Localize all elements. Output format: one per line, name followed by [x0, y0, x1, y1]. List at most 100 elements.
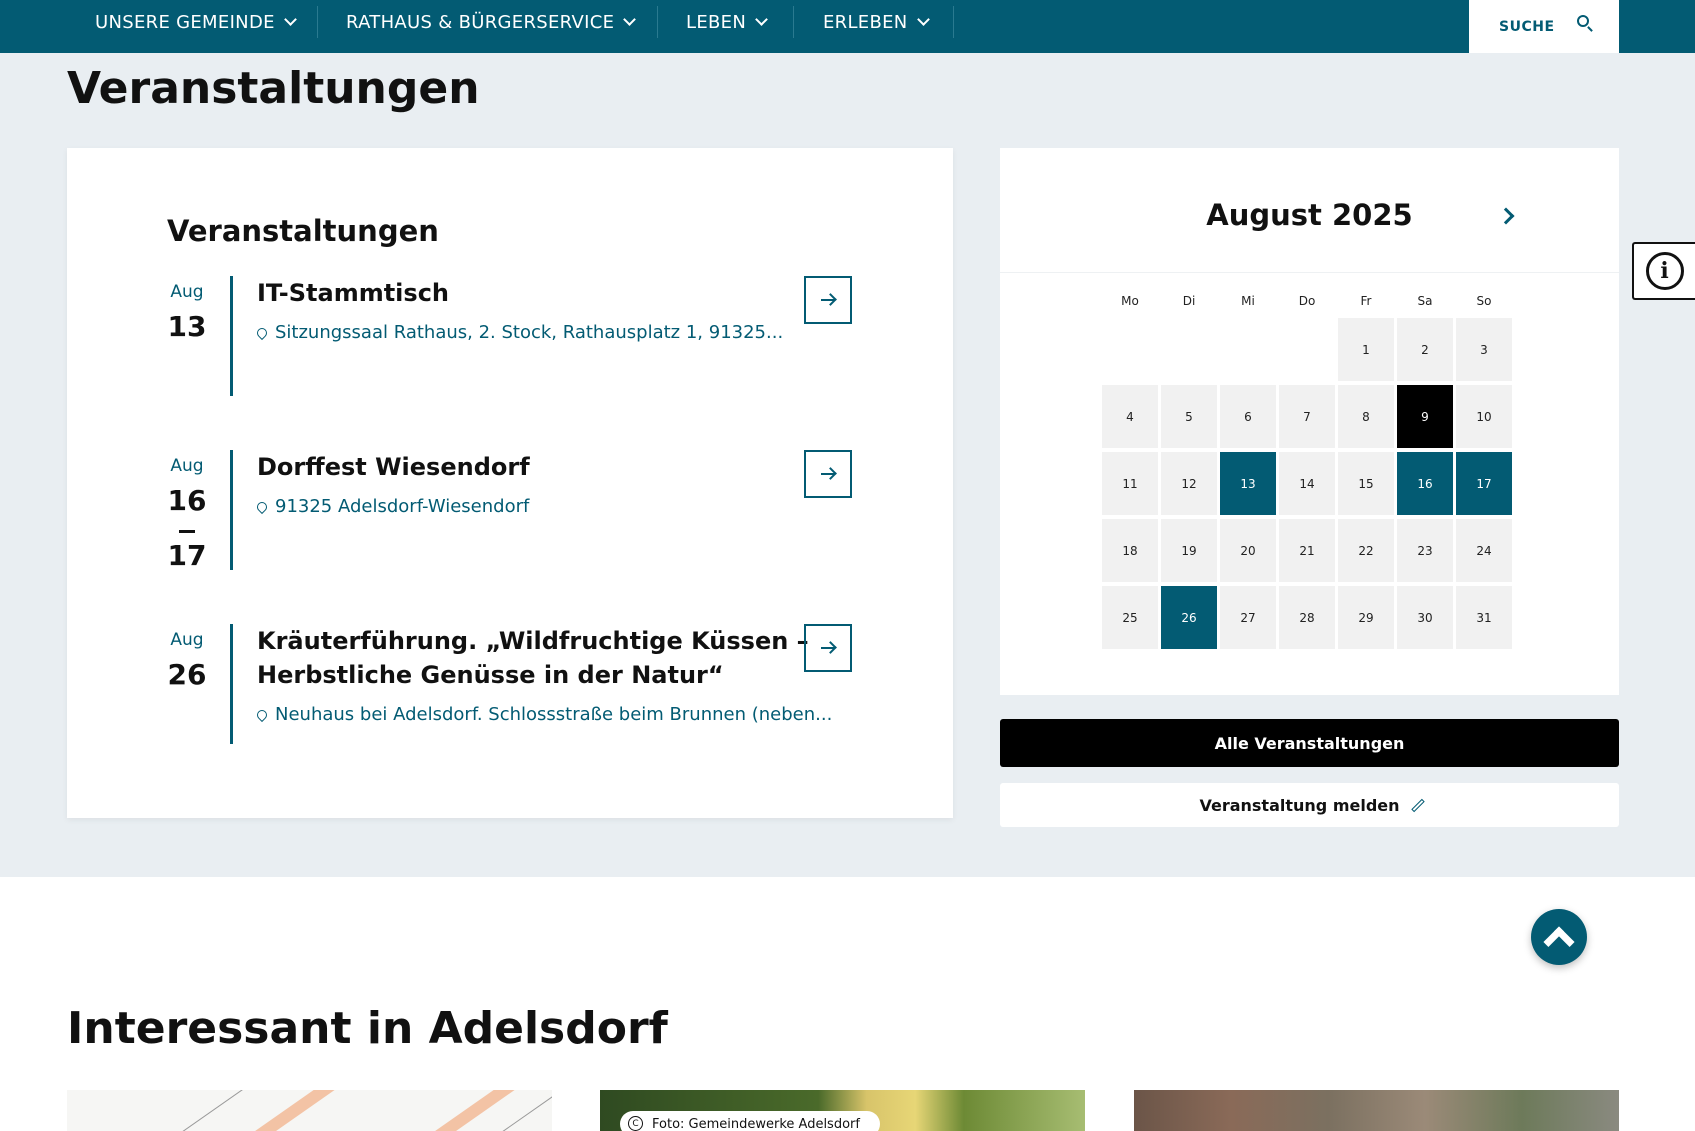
calendar-day[interactable]: 12: [1161, 452, 1217, 515]
calendar-day[interactable]: 23: [1397, 519, 1453, 582]
calendar-day[interactable]: 18: [1102, 519, 1158, 582]
top-navigation: UNSERE GEMEINDE RATHAUS & BÜRGERSERVICE …: [0, 0, 1695, 53]
calendar-weekday: Sa: [1417, 294, 1433, 308]
calendar-day[interactable]: 8: [1338, 385, 1394, 448]
calendar-day[interactable]: 22: [1338, 519, 1394, 582]
calendar-day[interactable]: 17: [1456, 452, 1512, 515]
event-location-text: 91325 Adelsdorf-Wiesendorf: [275, 496, 530, 517]
copyright-icon: C: [628, 1116, 643, 1131]
interesting-heading: Interessant in Adelsdorf: [67, 1003, 668, 1054]
calendar-day[interactable]: 11: [1102, 452, 1158, 515]
events-section: Veranstaltungen Veranstaltungen Aug 13 I…: [0, 53, 1695, 877]
nav-separator: [793, 6, 794, 38]
event-month: Aug: [170, 456, 204, 476]
calendar-weekday: Di: [1182, 294, 1196, 308]
event-open-button[interactable]: [804, 624, 852, 672]
calendar-day[interactable]: 9: [1397, 385, 1453, 448]
arrow-right-icon: [821, 299, 835, 301]
photo-credit-text: Foto: Gemeindewerke Adelsdorf: [652, 1116, 860, 1131]
teaser-tile-aerial[interactable]: [1134, 1090, 1619, 1131]
event-title[interactable]: IT-Stammtisch: [257, 276, 449, 310]
event-location-text: Sitzungssaal Rathaus, 2. Stock, Rathausp…: [275, 322, 784, 343]
pencil-icon: [1410, 798, 1425, 812]
calendar-day[interactable]: 30: [1397, 586, 1453, 649]
event-location: Sitzungssaal Rathaus, 2. Stock, Rathausp…: [254, 322, 784, 343]
event-open-button[interactable]: [804, 450, 852, 498]
event-day: 26: [167, 658, 207, 691]
nav-item-erleben[interactable]: ERLEBEN: [823, 0, 930, 44]
event-divider: [230, 624, 233, 744]
calendar-day[interactable]: 1: [1338, 318, 1394, 381]
calendar-day[interactable]: 14: [1279, 452, 1335, 515]
teaser-tile-map[interactable]: [67, 1090, 552, 1131]
calendar-day[interactable]: 21: [1279, 519, 1335, 582]
calendar-day[interactable]: 6: [1220, 385, 1276, 448]
nav-item-rathaus[interactable]: RATHAUS & BÜRGERSERVICE: [346, 0, 637, 44]
map-line: [141, 1090, 273, 1131]
event-title[interactable]: Dorffest Wiesendorf: [257, 450, 530, 484]
calendar-day[interactable]: 29: [1338, 586, 1394, 649]
nav-item-label: LEBEN: [686, 11, 747, 33]
calendar-weekday: Do: [1298, 294, 1316, 308]
all-events-button[interactable]: Alle Veranstaltungen: [1000, 719, 1619, 767]
calendar-day[interactable]: 31: [1456, 586, 1512, 649]
event-location-text: Neuhaus bei Adelsdorf. Schlossstraße bei…: [275, 704, 833, 725]
event-month: Aug: [170, 282, 204, 302]
event-day-end: 17: [167, 539, 207, 572]
info-side-tab[interactable]: i: [1632, 242, 1695, 300]
calendar-day[interactable]: 28: [1279, 586, 1335, 649]
calendar-day[interactable]: 20: [1220, 519, 1276, 582]
arrow-right-icon: [821, 473, 835, 475]
back-to-top-button[interactable]: [1531, 909, 1587, 965]
event-open-button[interactable]: [804, 276, 852, 324]
event-day: 13: [167, 310, 207, 343]
event-divider: [230, 450, 233, 570]
nav-item-unsere-gemeinde[interactable]: UNSERE GEMEINDE: [95, 0, 297, 44]
calendar-day[interactable]: 15: [1338, 452, 1394, 515]
chevron-down-icon: [755, 13, 768, 26]
calendar-day[interactable]: 5: [1161, 385, 1217, 448]
calendar-day[interactable]: 3: [1456, 318, 1512, 381]
event-title[interactable]: Kräuterführung. „Wildfruchtige Küssen – …: [257, 624, 809, 692]
report-event-button[interactable]: Veranstaltung melden: [1000, 783, 1619, 827]
event-divider: [230, 276, 233, 396]
chevron-down-icon: [283, 13, 297, 26]
events-card-title: Veranstaltungen: [167, 214, 439, 248]
calendar-month-label: August 2025: [1206, 198, 1413, 232]
nav-separator: [317, 6, 318, 38]
calendar-day[interactable]: 4: [1102, 385, 1158, 448]
nav-separator: [657, 6, 658, 38]
photo-credit: C Foto: Gemeindewerke Adelsdorf: [620, 1111, 880, 1131]
nav-item-leben[interactable]: LEBEN: [686, 0, 768, 44]
arrow-right-icon: [821, 647, 835, 649]
search-label: SUCHE: [1499, 18, 1555, 35]
calendar-day[interactable]: 16: [1397, 452, 1453, 515]
calendar-weekday: Fr: [1360, 294, 1372, 308]
calendar-day[interactable]: 7: [1279, 385, 1335, 448]
event-day-start: 16: [167, 484, 207, 517]
info-icon: i: [1645, 252, 1684, 290]
calendar-widget: August 2025 Mo Di Mi Do Fr Sa So 1 2 3 4 5 6 7 8 9 10 11…: [1000, 148, 1619, 695]
calendar-day[interactable]: 10: [1456, 385, 1512, 448]
calendar-day[interactable]: 27: [1220, 586, 1276, 649]
search-button[interactable]: SUCHE: [1469, 0, 1619, 53]
calendar-weekday: So: [1476, 294, 1492, 308]
calendar-day[interactable]: 24: [1456, 519, 1512, 582]
event-location: 91325 Adelsdorf-Wiesendorf: [254, 496, 530, 517]
event-title-line: Kräuterführung. „Wildfruchtige Küssen –: [257, 627, 809, 655]
pin-icon: [254, 325, 270, 341]
chevron-down-icon: [916, 13, 930, 26]
search-icon: [1577, 15, 1589, 27]
pin-icon: [254, 707, 270, 723]
nav-item-label: ERLEBEN: [823, 11, 908, 33]
teaser-tile-photo[interactable]: C Foto: Gemeindewerke Adelsdorf: [600, 1090, 1085, 1131]
event-title-line: Herbstliche Genüsse in der Natur“: [257, 661, 724, 689]
calendar-day[interactable]: 2: [1397, 318, 1453, 381]
events-list-card: Veranstaltungen Aug 13 IT-Stammtisch Sit…: [67, 148, 953, 818]
calendar-day[interactable]: 25: [1102, 586, 1158, 649]
nav-separator: [953, 6, 954, 38]
page-title: Veranstaltungen: [67, 63, 480, 114]
calendar-day[interactable]: 19: [1161, 519, 1217, 582]
calendar-day[interactable]: 26: [1161, 586, 1217, 649]
calendar-day[interactable]: 13: [1220, 452, 1276, 515]
